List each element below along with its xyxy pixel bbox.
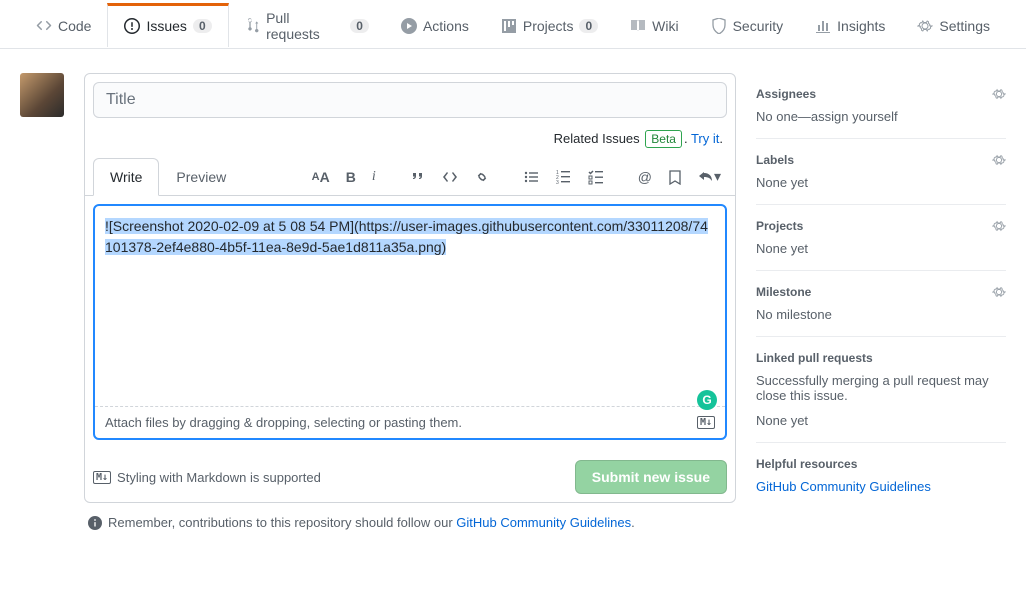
issue-title-input[interactable] xyxy=(93,82,727,118)
tab-issues[interactable]: Issues 0 xyxy=(107,3,228,47)
graph-icon xyxy=(815,18,831,34)
new-issue-form: Related Issues Beta. Try it. Write Previ… xyxy=(84,73,736,503)
tab-security-label: Security xyxy=(733,18,784,34)
mention-button[interactable]: @ xyxy=(632,165,658,189)
svg-text:3: 3 xyxy=(556,180,559,185)
gear-icon xyxy=(917,18,933,34)
task-list-button[interactable] xyxy=(582,165,610,189)
link-button[interactable] xyxy=(468,165,496,189)
tab-projects-label: Projects xyxy=(523,18,574,34)
tab-pulls-label: Pull requests xyxy=(266,10,344,42)
ordered-list-button[interactable]: 123 xyxy=(550,165,578,189)
gear-icon[interactable] xyxy=(992,285,1006,299)
markdown-support-link[interactable]: M↓ Styling with Markdown is supported xyxy=(93,470,321,485)
project-icon xyxy=(501,18,517,34)
tab-pulls[interactable]: Pull requests 0 xyxy=(229,0,385,54)
italic-button[interactable]: i xyxy=(366,165,382,189)
markdown-toolbar: AA B i 123 @ ▾ xyxy=(306,164,727,189)
projects-none: None yet xyxy=(756,241,1006,256)
labels-title: Labels xyxy=(756,153,794,167)
book-icon xyxy=(630,18,646,34)
community-guidelines-link[interactable]: GitHub Community Guidelines xyxy=(456,515,631,530)
helpful-title: Helpful resources xyxy=(756,457,857,471)
tab-wiki[interactable]: Wiki xyxy=(614,3,694,46)
tab-actions[interactable]: Actions xyxy=(385,3,485,46)
linked-prs-title: Linked pull requests xyxy=(756,351,873,365)
tab-security[interactable]: Security xyxy=(695,3,800,46)
tab-issues-label: Issues xyxy=(146,18,186,34)
code-icon xyxy=(36,18,52,34)
tab-settings[interactable]: Settings xyxy=(901,3,1006,46)
bold-button[interactable]: B xyxy=(340,165,362,189)
linked-prs-none: None yet xyxy=(756,413,1006,428)
code-button[interactable] xyxy=(436,165,464,189)
comment-body-field[interactable]: ![Screenshot 2020-02-09 at 5 08 54 PM](h… xyxy=(93,204,727,440)
assignees-title: Assignees xyxy=(756,87,816,101)
projects-count: 0 xyxy=(579,19,598,33)
gear-icon[interactable] xyxy=(992,87,1006,101)
git-pull-request-icon xyxy=(245,18,260,34)
gear-icon[interactable] xyxy=(992,219,1006,233)
heading-button[interactable]: AA xyxy=(306,165,336,189)
repo-nav: Code Issues 0 Pull requests 0 Actions Pr… xyxy=(0,0,1026,49)
play-icon xyxy=(401,18,417,34)
tab-settings-label: Settings xyxy=(939,18,990,34)
milestone-none: No milestone xyxy=(756,307,1006,322)
attach-files-row[interactable]: Attach files by dragging & dropping, sel… xyxy=(95,406,725,438)
linked-prs-desc: Successfully merging a pull request may … xyxy=(756,373,1006,403)
unordered-list-button[interactable] xyxy=(518,165,546,189)
markdown-badge-icon: M↓ xyxy=(93,471,111,484)
reminder-prefix: Remember, contributions to this reposito… xyxy=(108,515,456,530)
labels-none: None yet xyxy=(756,175,1006,190)
issue-opened-icon xyxy=(124,18,140,34)
markdown-support-label: Styling with Markdown is supported xyxy=(117,470,321,485)
markdown-badge-icon: M↓ xyxy=(697,416,715,429)
avatar[interactable] xyxy=(20,73,64,117)
info-icon xyxy=(88,516,102,530)
attach-hint: Attach files by dragging & dropping, sel… xyxy=(105,415,462,430)
reminder-suffix: . xyxy=(631,515,635,530)
tab-insights[interactable]: Insights xyxy=(799,3,901,46)
try-it-link[interactable]: Try it xyxy=(691,131,719,146)
reply-button[interactable]: ▾ xyxy=(692,164,727,189)
write-tab[interactable]: Write xyxy=(93,158,159,196)
gear-icon[interactable] xyxy=(992,153,1006,167)
tab-code-label: Code xyxy=(58,18,91,34)
tab-insights-label: Insights xyxy=(837,18,885,34)
sidebar: Assignees No one—assign yourself Labels … xyxy=(756,73,1006,508)
grammarly-icon[interactable]: G xyxy=(697,390,717,410)
issues-count: 0 xyxy=(193,19,212,33)
pulls-count: 0 xyxy=(350,19,369,33)
related-issues-label: Related Issues xyxy=(554,131,640,146)
preview-tab[interactable]: Preview xyxy=(159,158,243,196)
related-issues-row: Related Issues Beta. Try it. xyxy=(85,126,735,158)
tab-wiki-label: Wiki xyxy=(652,18,678,34)
contribution-reminder: Remember, contributions to this reposito… xyxy=(84,503,736,530)
tab-projects[interactable]: Projects 0 xyxy=(485,3,614,46)
beta-badge: Beta xyxy=(645,130,682,148)
comment-body-text[interactable]: ![Screenshot 2020-02-09 at 5 08 54 PM](h… xyxy=(95,206,725,406)
tab-code[interactable]: Code xyxy=(20,3,107,46)
saved-reply-button[interactable] xyxy=(662,165,688,189)
assign-yourself-link[interactable]: assign yourself xyxy=(811,109,898,124)
shield-icon xyxy=(711,18,727,34)
helpful-guidelines-link[interactable]: GitHub Community Guidelines xyxy=(756,479,1006,494)
assignees-none: No one— xyxy=(756,109,811,124)
submit-new-issue-button[interactable]: Submit new issue xyxy=(575,460,727,494)
quote-button[interactable] xyxy=(404,165,432,189)
projects-title: Projects xyxy=(756,219,803,233)
milestone-title: Milestone xyxy=(756,285,811,299)
tab-actions-label: Actions xyxy=(423,18,469,34)
